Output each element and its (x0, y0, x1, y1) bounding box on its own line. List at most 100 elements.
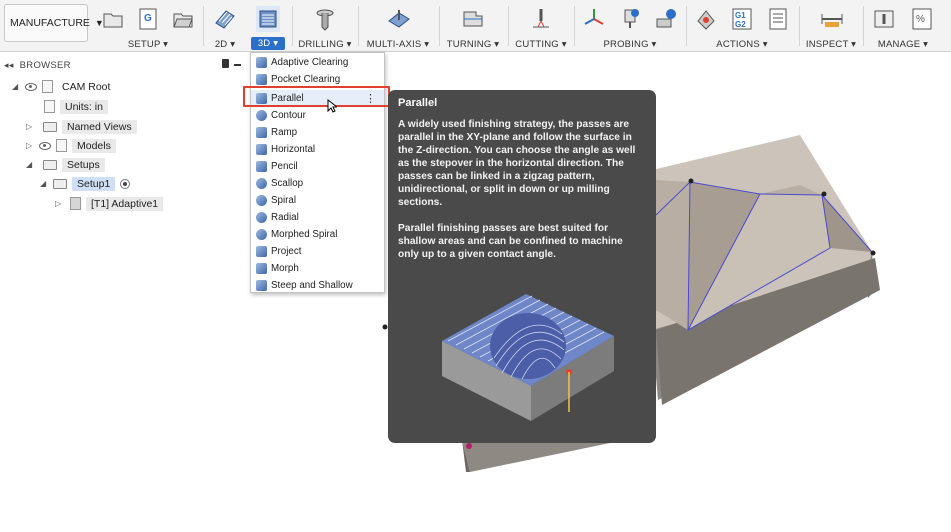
menu-item-pencil[interactable]: Pencil (251, 158, 384, 175)
expand-triangle-icon[interactable]: ▷ (55, 199, 63, 208)
tree-node-adaptive1[interactable]: ▷ [T1] Adaptive1 (55, 195, 164, 212)
menu-item-label: Scallop (271, 178, 304, 189)
toolbar-group-drilling[interactable]: DRILLING ▾ (294, 0, 356, 52)
menu-item-steep-and-shallow[interactable]: Steep and Shallow (251, 277, 384, 294)
visibility-eye-icon[interactable] (25, 82, 37, 91)
expand-triangle-icon[interactable]: ◢ (26, 160, 34, 169)
toolbar-group-probing[interactable]: PROBING ▾ (576, 0, 684, 52)
parallel-toolpath-illustration (442, 294, 614, 421)
browser-panel: ◂◂ BROWSER ◢ CAM Root Units: in ▷ Named … (0, 57, 245, 217)
toolbar-group-actions[interactable]: G1 G2 ACTIONS ▾ (688, 0, 796, 52)
tree-label: Models (72, 138, 116, 153)
probe-part-icon[interactable] (654, 6, 678, 32)
minimize-icon[interactable] (234, 64, 241, 66)
toolbar-label-inspect: INSPECT ▾ (805, 39, 857, 50)
toolbar-group-multi-axis[interactable]: MULTI-AXIS ▾ (360, 0, 436, 52)
toolbar-group-turning[interactable]: TURNING ▾ (441, 0, 505, 52)
toolbar-label-setup: SETUP ▾ (127, 39, 169, 50)
pocket-clearing-icon (256, 74, 267, 85)
3d-milling-icon[interactable] (256, 6, 280, 32)
setup-sheet-icon[interactable] (766, 6, 790, 32)
menu-item-label: Morph (271, 263, 299, 274)
pin-icon[interactable] (222, 59, 229, 68)
steep-and-shallow-icon (256, 280, 267, 291)
menu-item-label: Morphed Spiral (271, 229, 338, 240)
document-icon (42, 80, 53, 93)
tooltip-description: A widely used finishing strategy, the pa… (398, 119, 636, 208)
operation-icon (70, 197, 81, 210)
2d-milling-icon[interactable] (213, 6, 237, 32)
simulate-icon[interactable] (694, 6, 718, 32)
menu-item-project[interactable]: Project (251, 243, 384, 260)
probe-tool-icon[interactable] (618, 6, 642, 32)
morphed-spiral-icon (256, 229, 267, 240)
g-code-icon[interactable]: G (136, 6, 160, 32)
toolbar-group-setup[interactable]: G SETUP ▾ (96, 0, 200, 52)
cutting-icon[interactable] (529, 6, 553, 32)
menu-item-label: Pencil (271, 161, 298, 172)
strategy-tooltip: Parallel A widely used finishing strateg… (388, 90, 656, 443)
scallop-icon (256, 178, 267, 189)
folder-icon[interactable] (101, 6, 125, 32)
toolbar-group-cutting[interactable]: CUTTING ▾ (510, 0, 572, 52)
measure-icon[interactable] (819, 6, 843, 32)
svg-text:G1: G1 (735, 11, 746, 20)
tree-node-cam-root[interactable]: ◢ CAM Root (12, 78, 110, 95)
collapse-icon[interactable]: ◂◂ (4, 60, 14, 71)
tool-library-icon[interactable] (872, 6, 896, 32)
contour-icon (256, 110, 267, 121)
turning-icon[interactable] (461, 6, 485, 32)
setup-folder-icon (53, 178, 67, 189)
tooltip-usage-note: Parallel finishing passes are best suite… (398, 223, 623, 260)
expand-triangle-icon[interactable]: ▷ (26, 141, 34, 150)
mouse-cursor-icon (327, 99, 337, 113)
menu-item-label: Project (271, 246, 302, 257)
templates-icon[interactable]: % (910, 6, 934, 32)
tree-label: Units: in (60, 99, 108, 114)
browser-header: ◂◂ BROWSER (0, 57, 245, 73)
visibility-eye-icon[interactable] (39, 141, 51, 150)
menu-item-contour[interactable]: Contour (251, 107, 384, 124)
menu-item-label: Contour (271, 110, 306, 121)
expand-triangle-icon[interactable]: ◢ (40, 179, 48, 188)
tree-node-setup1[interactable]: ◢ Setup1 (40, 175, 131, 192)
tree-node-units[interactable]: Units: in (44, 98, 108, 115)
menu-item-spiral[interactable]: Spiral (251, 192, 384, 209)
menu-item-adaptive-clearing[interactable]: Adaptive Clearing (251, 54, 384, 71)
expand-triangle-icon[interactable]: ◢ (12, 82, 20, 91)
toolbar-label-multi-axis: MULTI-AXIS ▾ (366, 39, 430, 50)
morph-icon (256, 263, 267, 274)
menu-item-morph[interactable]: Morph (251, 260, 384, 277)
open-folder-icon[interactable] (171, 6, 195, 32)
menu-item-label: Radial (271, 212, 299, 223)
menu-item-ramp[interactable]: Ramp (251, 124, 384, 141)
tree-node-named-views[interactable]: ▷ Named Views (26, 118, 137, 135)
menu-item-label: Horizontal (271, 144, 316, 155)
workspace-switcher[interactable]: MANUFACTURE ▼ (4, 4, 104, 42)
toolbar-label-manage: MANAGE ▾ (877, 39, 929, 50)
menu-item-label: Steep and Shallow (271, 280, 353, 291)
toolbar-group-manage[interactable]: % MANAGE ▾ (865, 0, 941, 52)
tree-node-setups[interactable]: ◢ Setups (26, 156, 105, 173)
tree-label: [T1] Adaptive1 (86, 196, 164, 211)
ribbon-toolbar: MANUFACTURE ▼ G SETUP ▾ 2D ▾ 3D ▾ DRILLI… (0, 0, 951, 52)
drilling-icon[interactable] (313, 6, 337, 32)
menu-item-radial[interactable]: Radial (251, 209, 384, 226)
toolbar-group-2d[interactable]: 2D ▾ (205, 0, 245, 52)
expand-triangle-icon[interactable]: ▷ (26, 122, 34, 131)
menu-item-scallop[interactable]: Scallop (251, 175, 384, 192)
menu-item-label: Adaptive Clearing (271, 57, 349, 68)
horizontal-icon (256, 144, 267, 155)
probe-axes-icon[interactable] (582, 6, 606, 32)
active-setup-radio-icon[interactable] (120, 178, 131, 189)
toolbar-group-3d[interactable]: 3D ▾ (247, 0, 289, 52)
multi-axis-icon[interactable] (386, 6, 410, 32)
menu-item-horizontal[interactable]: Horizontal (251, 141, 384, 158)
tree-node-models[interactable]: ▷ Models (26, 137, 116, 154)
browser-title: BROWSER (19, 59, 71, 71)
post-process-icon[interactable]: G1 G2 (730, 6, 754, 32)
toolbar-group-inspect[interactable]: INSPECT ▾ (801, 0, 861, 52)
menu-item-morphed-spiral[interactable]: Morphed Spiral (251, 226, 384, 243)
toolbar-label-actions: ACTIONS ▾ (716, 39, 768, 50)
tree-label: Setups (62, 157, 105, 172)
